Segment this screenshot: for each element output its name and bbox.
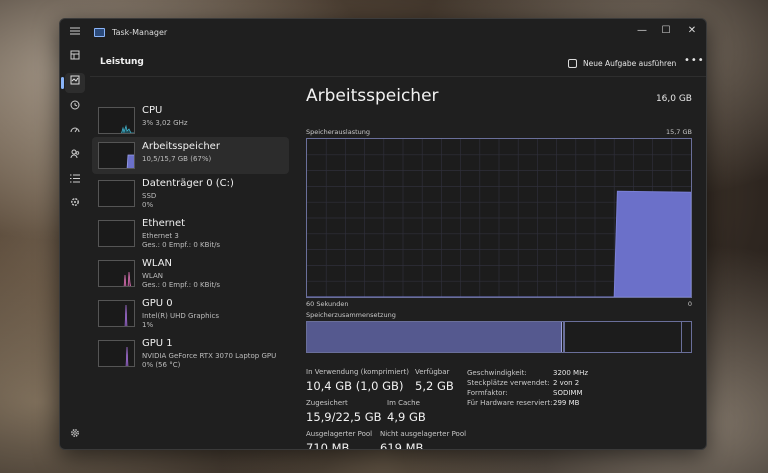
title-bar[interactable]: Task-Manager — ☐ ✕ bbox=[60, 19, 706, 49]
app-history-icon[interactable] bbox=[65, 98, 85, 118]
run-new-task-button[interactable]: Neue Aufgabe ausführen bbox=[568, 55, 676, 71]
resource-name: CPU bbox=[142, 105, 163, 116]
resource-detail: WLAN bbox=[142, 272, 164, 280]
navigation-rail bbox=[60, 19, 90, 449]
resource-detail: Ethernet 3 bbox=[142, 232, 179, 240]
nonpaged-pool-label: Nicht ausgelagerter Pool bbox=[380, 430, 467, 438]
resource-item-gpu1[interactable]: GPU 1 NVIDIA GeForce RTX 3070 Laptop GPU… bbox=[92, 338, 289, 375]
resource-usage: 0% bbox=[142, 201, 154, 209]
composition-standby-end bbox=[681, 322, 691, 352]
startup-icon[interactable] bbox=[65, 123, 85, 143]
processes-icon[interactable] bbox=[65, 48, 85, 68]
hamburger-icon[interactable] bbox=[65, 23, 85, 43]
composition-label: Speicherzusammensetzung bbox=[306, 311, 396, 319]
maximize-button[interactable]: ☐ bbox=[654, 22, 678, 40]
resource-usage: 0% (56 °C) bbox=[142, 361, 181, 369]
settings-icon[interactable] bbox=[65, 426, 85, 446]
detail-title: Arbeitsspeicher bbox=[306, 86, 439, 106]
gpu1-thumbnail bbox=[98, 340, 135, 367]
in-use-label: In Verwendung (komprimiert) bbox=[306, 368, 409, 376]
run-new-task-label: Neue Aufgabe ausführen bbox=[583, 58, 677, 68]
graph-axis-left: 60 Sekunden bbox=[306, 300, 349, 308]
resource-name: Arbeitsspeicher bbox=[142, 141, 220, 152]
resource-usage: Ges.: 0 Empf.: 0 KBit/s bbox=[142, 241, 221, 249]
resource-item-ethernet[interactable]: Ethernet Ethernet 3 Ges.: 0 Empf.: 0 KBi… bbox=[92, 218, 289, 255]
resource-name: GPU 0 bbox=[142, 298, 173, 309]
window-title: Task-Manager bbox=[112, 28, 168, 37]
composition-modified bbox=[563, 322, 566, 352]
cpu-thumbnail bbox=[98, 107, 135, 134]
resource-item-disk[interactable]: Datenträger 0 (C:) SSD 0% bbox=[92, 178, 289, 215]
usage-graph-max: 15,7 GB bbox=[665, 128, 692, 136]
gpu0-thumbnail bbox=[98, 300, 135, 327]
available-value: 5,2 GB bbox=[415, 379, 454, 393]
committed-value: 15,9/22,5 GB bbox=[306, 410, 382, 424]
info-value-form-factor: SODIMM bbox=[553, 389, 583, 397]
usage-graph-label: Speicherauslastung bbox=[306, 128, 371, 136]
info-value-speed: 3200 MHz bbox=[553, 369, 589, 377]
info-key-reserved: Für Hardware reserviert: bbox=[467, 399, 553, 407]
graph-axis-right: 0 bbox=[687, 300, 692, 308]
memory-usage-chart bbox=[307, 139, 692, 298]
new-task-icon bbox=[568, 58, 577, 68]
ethernet-thumbnail bbox=[98, 220, 135, 247]
info-key-form-factor: Formfaktor: bbox=[467, 389, 508, 397]
resource-item-gpu0[interactable]: GPU 0 Intel(R) UHD Graphics 1% bbox=[92, 298, 289, 335]
resource-detail: NVIDIA GeForce RTX 3070 Laptop GPU bbox=[142, 352, 277, 360]
memory-composition-bar[interactable] bbox=[306, 321, 692, 353]
paged-pool-value: 710 MB bbox=[306, 441, 350, 450]
services-icon[interactable] bbox=[65, 195, 85, 215]
cached-value: 4,9 GB bbox=[387, 410, 426, 424]
users-icon[interactable] bbox=[65, 147, 85, 167]
minimize-button[interactable]: — bbox=[630, 22, 654, 40]
disk-thumbnail bbox=[98, 180, 135, 207]
resource-list: CPU 3% 3,02 GHz Arbeitsspeicher 10,5/15,… bbox=[90, 77, 290, 449]
resource-detail: SSD bbox=[142, 192, 157, 200]
active-nav-indicator bbox=[61, 77, 64, 89]
performance-icon[interactable] bbox=[65, 73, 85, 93]
composition-in-use bbox=[307, 322, 563, 352]
info-value-reserved: 299 MB bbox=[553, 399, 580, 407]
available-label: Verfügbar bbox=[415, 368, 450, 376]
info-value-slots: 2 von 2 bbox=[553, 379, 580, 387]
task-manager-window: Task-Manager — ☐ ✕ Leistung Neue Aufgabe… bbox=[59, 18, 707, 450]
resource-name: Datenträger 0 (C:) bbox=[142, 178, 234, 189]
resource-item-wlan[interactable]: WLAN WLAN Ges.: 0 Empf.: 0 KBit/s bbox=[92, 258, 289, 295]
page-header: Leistung Neue Aufgabe ausführen ••• bbox=[90, 49, 706, 77]
info-key-speed: Geschwindigkeit: bbox=[467, 369, 527, 377]
paged-pool-label: Ausgelagerter Pool bbox=[306, 430, 373, 438]
memory-thumbnail bbox=[98, 142, 135, 169]
resource-name: WLAN bbox=[142, 258, 173, 269]
resource-usage: 1% bbox=[142, 321, 154, 329]
memory-detail-pane: Arbeitsspeicher 16,0 GB Speicherauslastu… bbox=[306, 77, 706, 450]
committed-label: Zugesichert bbox=[306, 399, 348, 407]
info-key-slots: Steckplätze verwendet: bbox=[467, 379, 550, 387]
resource-detail: 3% 3,02 GHz bbox=[142, 119, 188, 127]
more-options-button[interactable]: ••• bbox=[684, 55, 705, 66]
resource-name: GPU 1 bbox=[142, 338, 173, 349]
cached-label: Im Cache bbox=[387, 399, 420, 407]
task-manager-app-icon bbox=[94, 28, 105, 37]
in-use-value: 10,4 GB (1,0 GB) bbox=[306, 379, 404, 393]
resource-detail: Intel(R) UHD Graphics bbox=[142, 312, 219, 320]
memory-total: 16,0 GB bbox=[655, 94, 692, 104]
memory-usage-graph bbox=[306, 138, 692, 298]
details-icon[interactable] bbox=[65, 171, 85, 191]
resource-detail: 10,5/15,7 GB (67%) bbox=[142, 155, 212, 163]
page-title: Leistung bbox=[100, 57, 144, 67]
resource-usage: Ges.: 0 Empf.: 0 KBit/s bbox=[142, 281, 221, 289]
nonpaged-pool-value: 619 MB bbox=[380, 441, 424, 450]
resource-item-memory[interactable]: Arbeitsspeicher 10,5/15,7 GB (67%) bbox=[92, 137, 289, 174]
wlan-thumbnail bbox=[98, 260, 135, 287]
resource-name: Ethernet bbox=[142, 218, 186, 229]
close-button[interactable]: ✕ bbox=[680, 22, 704, 40]
